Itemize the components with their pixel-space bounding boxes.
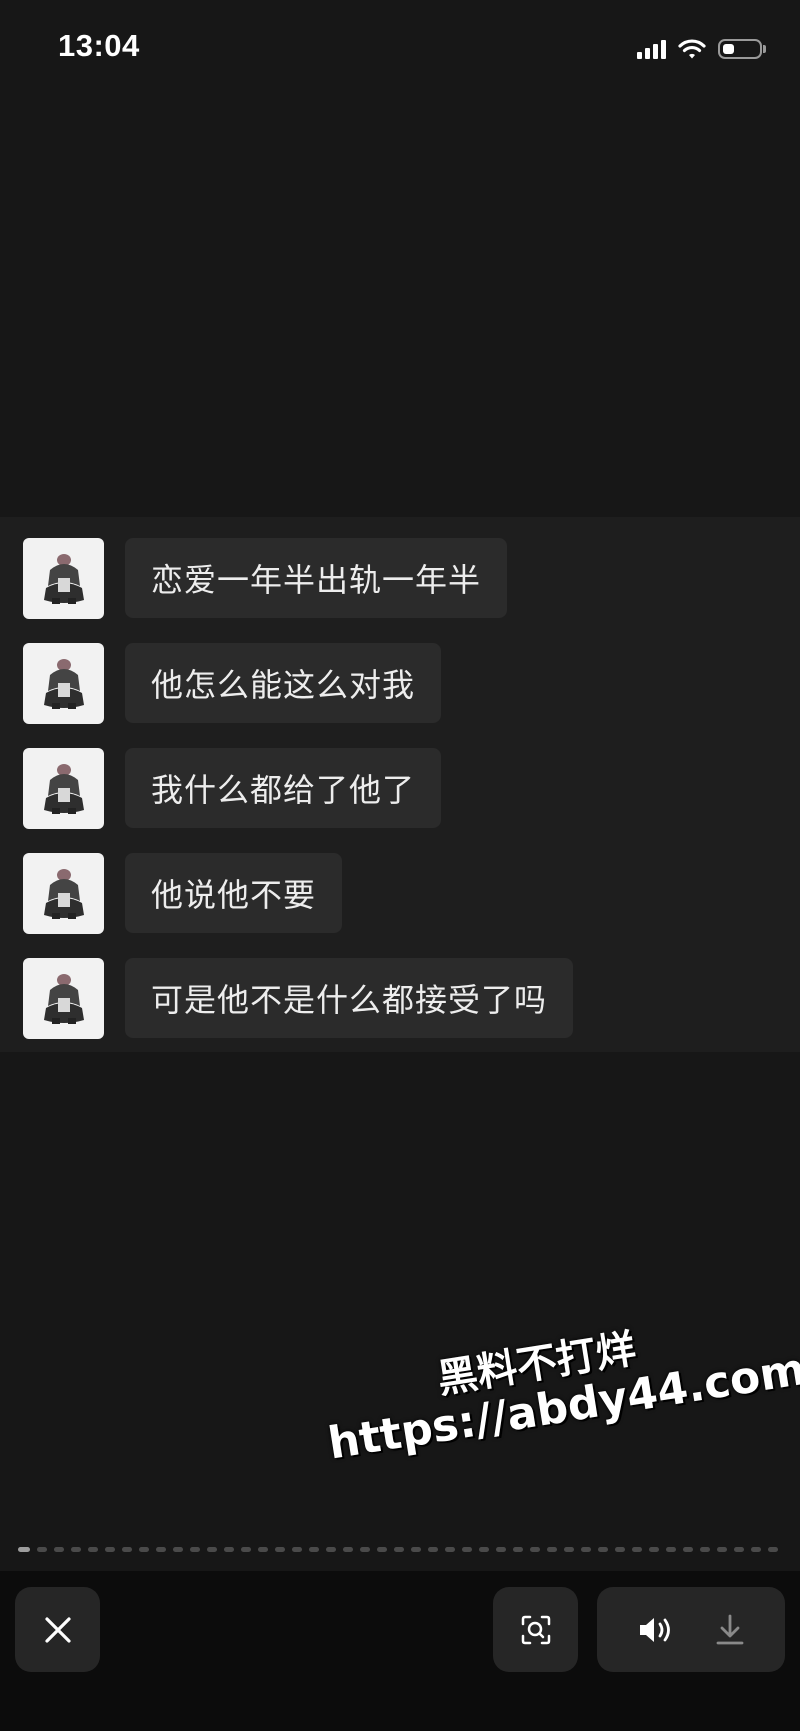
page-dot <box>649 1546 659 1552</box>
page-dot <box>18 1546 30 1552</box>
message-bubble[interactable]: 恋爱一年半出轨一年半 <box>125 538 508 618</box>
message-bubble[interactable]: 他说他不要 <box>125 853 343 933</box>
page-dot <box>156 1546 166 1552</box>
message-row: 我什么都给了他了 <box>23 747 442 829</box>
battery-icon <box>718 39 766 59</box>
avatar-character-icon <box>43 974 84 1024</box>
page-dot <box>717 1546 727 1552</box>
page-indicator <box>18 1545 782 1553</box>
page-dot <box>37 1546 47 1552</box>
media-controls <box>597 1587 785 1672</box>
page-dot <box>88 1546 98 1552</box>
avatar[interactable] <box>23 852 104 934</box>
scan-search-icon <box>521 1615 550 1644</box>
avatar[interactable] <box>23 747 104 829</box>
page-dot <box>309 1546 319 1552</box>
page-dot <box>683 1546 693 1552</box>
download-icon[interactable] <box>714 1613 746 1647</box>
avatar-character-icon <box>43 869 84 919</box>
close-icon <box>44 1616 71 1643</box>
page-dot <box>258 1546 268 1552</box>
page-dot <box>615 1546 625 1552</box>
page-dot <box>445 1546 455 1552</box>
message-row: 他说他不要 <box>23 852 343 934</box>
page-dot <box>496 1546 506 1552</box>
chat-panel: 恋爱一年半出轨一年半 他怎么能这么对我 我什么都给了他了 他说他不要 可是他不是… <box>0 517 800 1052</box>
cellular-signal-icon <box>637 39 666 59</box>
page-dot <box>632 1546 642 1552</box>
page-dot <box>700 1546 710 1552</box>
page-dot <box>734 1546 744 1552</box>
page-dot <box>411 1546 421 1552</box>
page-dot <box>224 1546 234 1552</box>
status-icons <box>637 34 766 64</box>
avatar-character-icon <box>43 554 84 604</box>
volume-icon[interactable] <box>637 1615 675 1645</box>
avatar[interactable] <box>23 537 104 619</box>
message-row: 他怎么能这么对我 <box>23 642 442 724</box>
page-dot <box>343 1546 353 1552</box>
bottom-bar <box>0 1571 800 1731</box>
page-dot <box>241 1546 251 1552</box>
page-dot <box>581 1546 591 1552</box>
page-dot <box>105 1546 115 1552</box>
page-dot <box>428 1546 438 1552</box>
avatar-character-icon <box>43 764 84 814</box>
page-dot <box>173 1546 183 1552</box>
message-bubble[interactable]: 我什么都给了他了 <box>125 748 442 828</box>
page-dot <box>666 1546 676 1552</box>
page-dot <box>207 1546 217 1552</box>
page-dot <box>547 1546 557 1552</box>
page-dot <box>513 1546 523 1552</box>
page-dot <box>360 1546 370 1552</box>
close-button[interactable] <box>15 1587 100 1672</box>
message-row: 可是他不是什么都接受了吗 <box>23 957 574 1039</box>
message-row: 恋爱一年半出轨一年半 <box>23 537 508 619</box>
page-dot <box>530 1546 540 1552</box>
page-dot <box>462 1546 472 1552</box>
avatar[interactable] <box>23 957 104 1039</box>
avatar-character-icon <box>43 659 84 709</box>
page-dot <box>292 1546 302 1552</box>
page-dot <box>71 1546 81 1552</box>
wifi-icon <box>678 39 706 59</box>
scan-search-button[interactable] <box>493 1587 578 1672</box>
page-dot <box>751 1546 761 1552</box>
watermark: 黑料不打烊 https://abdy44.com <box>315 1284 800 1506</box>
page-dot <box>54 1546 64 1552</box>
page-dot <box>326 1546 336 1552</box>
page-dot <box>139 1546 149 1552</box>
page-dot <box>768 1546 778 1552</box>
page-dot <box>479 1546 489 1552</box>
page-dot <box>564 1546 574 1552</box>
page-dot <box>377 1546 387 1552</box>
page-dot <box>598 1546 608 1552</box>
status-bar: 13:04 <box>0 0 800 100</box>
status-time: 13:04 <box>58 28 140 63</box>
message-bubble[interactable]: 他怎么能这么对我 <box>125 643 442 723</box>
avatar[interactable] <box>23 642 104 724</box>
message-bubble[interactable]: 可是他不是什么都接受了吗 <box>125 958 574 1038</box>
page-dot <box>122 1546 132 1552</box>
page-dot <box>275 1546 285 1552</box>
page-dot <box>190 1546 200 1552</box>
page-dot <box>394 1546 404 1552</box>
